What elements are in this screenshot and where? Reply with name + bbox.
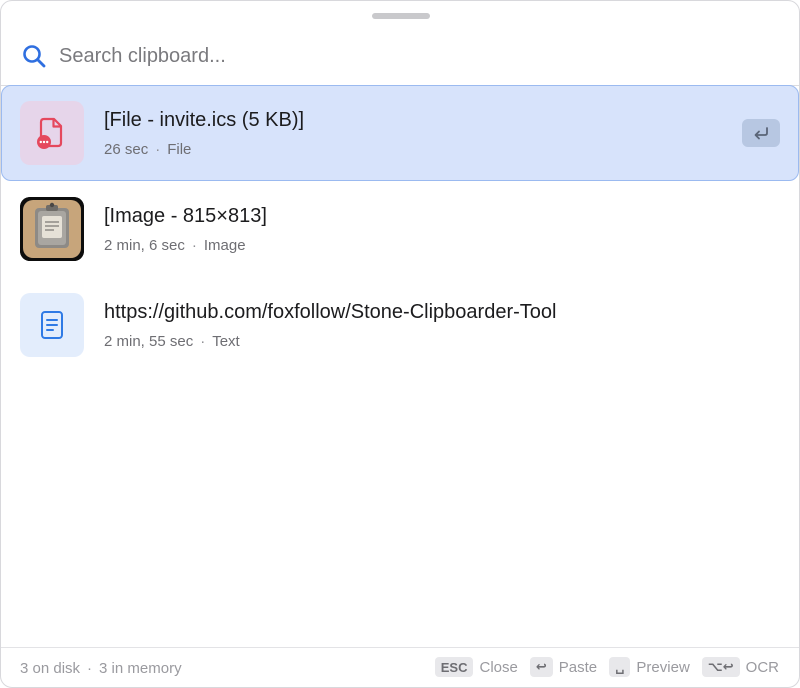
space-key-hint: ␣ bbox=[609, 657, 631, 677]
item-kind: Text bbox=[212, 333, 240, 350]
search-icon bbox=[23, 45, 46, 68]
document-icon bbox=[41, 311, 63, 339]
drag-handle[interactable] bbox=[372, 13, 430, 19]
option-return-key-hint: ⌥↩ bbox=[701, 657, 740, 677]
meta-separator: · bbox=[200, 333, 206, 350]
paste-hint-label: Paste bbox=[558, 658, 598, 676]
item-kind: Image bbox=[203, 237, 246, 254]
storage-status: 3 on disk · 3 in memory bbox=[20, 660, 182, 677]
item-kind: File bbox=[167, 141, 192, 158]
shortcut-hints: ESC Close ↩ Paste ␣ Preview ⌥↩ OCR bbox=[434, 657, 779, 677]
status-footer: 3 on disk · 3 in memory ESC Close ↩ Paste … bbox=[1, 648, 799, 687]
item-title: https://github.com/foxfollow/Stone-Clipb… bbox=[104, 301, 557, 323]
esc-key-hint: ESC bbox=[434, 657, 474, 677]
preview-hint-label: Preview bbox=[636, 658, 690, 676]
clipboard-item-image[interactable]: [Image - 815×813] 2 min, 6 sec · Image bbox=[1, 181, 799, 277]
item-age: 26 sec bbox=[104, 141, 149, 158]
footer-separator: · bbox=[87, 660, 93, 677]
file-thumbnail bbox=[20, 101, 84, 165]
clipboard-item-text[interactable]: https://github.com/foxfollow/Stone-Clipb… bbox=[1, 277, 799, 373]
return-key-hint: ↩ bbox=[529, 657, 553, 677]
clipboard-list: [File - invite.ics (5 KB)] 26 sec · File bbox=[1, 85, 799, 373]
search-input[interactable] bbox=[59, 41, 759, 71]
item-title: [File - invite.ics (5 KB)] bbox=[104, 109, 305, 131]
paste-enter-button[interactable] bbox=[742, 119, 780, 147]
clipboard-item-file[interactable]: [File - invite.ics (5 KB)] 26 sec · File bbox=[1, 85, 799, 181]
meta-separator: · bbox=[155, 141, 161, 158]
return-icon bbox=[754, 127, 768, 140]
item-meta: 26 sec · File bbox=[104, 141, 191, 158]
in-memory-count: 3 in memory bbox=[99, 660, 182, 677]
clipboard-window: [File - invite.ics (5 KB)] 26 sec · File bbox=[0, 0, 800, 688]
text-thumbnail bbox=[20, 293, 84, 357]
item-age: 2 min, 6 sec bbox=[104, 237, 185, 254]
item-meta: 2 min, 55 sec · Text bbox=[104, 333, 240, 350]
item-meta: 2 min, 6 sec · Image bbox=[104, 237, 246, 254]
file-icon bbox=[37, 117, 63, 149]
meta-separator: · bbox=[191, 237, 197, 254]
item-age: 2 min, 55 sec bbox=[104, 333, 194, 350]
ocr-hint-label: OCR bbox=[745, 658, 779, 676]
close-hint-label: Close bbox=[479, 658, 518, 676]
search-bar bbox=[1, 29, 799, 85]
on-disk-count: 3 on disk bbox=[20, 660, 81, 677]
image-thumbnail bbox=[20, 197, 84, 261]
item-title: [Image - 815×813] bbox=[104, 205, 267, 227]
clipboard-app-icon bbox=[20, 197, 84, 261]
